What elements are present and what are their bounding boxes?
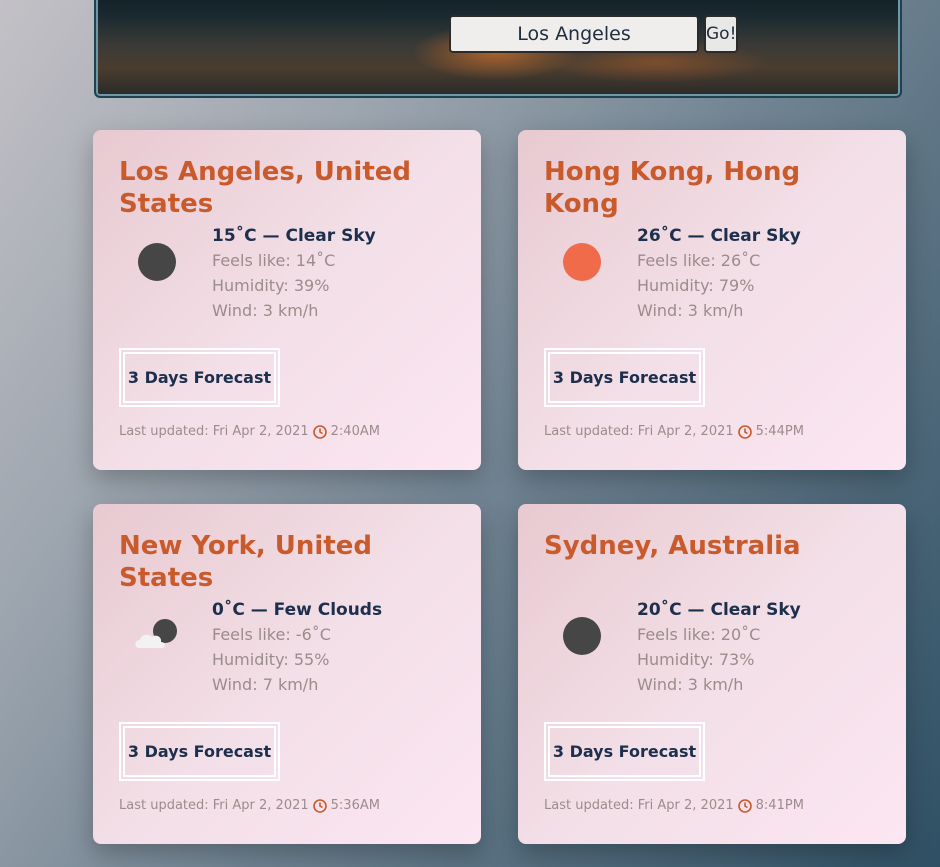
forecast-button[interactable]: 3 Days Forecast: [544, 348, 705, 407]
last-updated: Last updated: Fri Apr 2, 2021 5:36AM: [119, 798, 380, 813]
moon-icon: [138, 243, 176, 281]
last-updated-text: Last updated: Fri Apr 2, 2021: [119, 424, 309, 439]
feels-like: Feels like: -6˚C: [212, 625, 331, 644]
wind: Wind: 3 km/h: [637, 675, 744, 694]
forecast-button[interactable]: 3 Days Forecast: [544, 722, 705, 781]
temperature-summary: 0˚C — Few Clouds: [212, 600, 383, 620]
humidity: Humidity: 79%: [637, 276, 755, 295]
clock-icon: [312, 798, 327, 813]
weather-card: Hong Kong, Hong Kong 26˚C — Clear Sky Fe…: [518, 130, 906, 470]
weather-card: New York, United States 0˚C — Few Clouds…: [93, 504, 481, 844]
city-name: New York, United States: [119, 531, 373, 593]
feels-like: Feels like: 14˚C: [212, 251, 336, 270]
cloud-moon-icon: [135, 619, 177, 648]
humidity: Humidity: 73%: [637, 650, 755, 669]
last-updated: Last updated: Fri Apr 2, 2021 5:44PM: [544, 424, 804, 439]
temperature-summary: 26˚C — Clear Sky: [637, 226, 801, 246]
go-button[interactable]: Go!: [704, 15, 738, 53]
city-name: Los Angeles, United States: [119, 157, 411, 219]
weather-card: Sydney, Australia 20˚C — Clear Sky Feels…: [518, 504, 906, 844]
last-updated-time: 8:41PM: [755, 798, 804, 813]
city-search-input[interactable]: [449, 15, 699, 53]
feels-like: Feels like: 26˚C: [637, 251, 761, 270]
clock-icon: [312, 424, 327, 439]
last-updated-time: 5:36AM: [330, 798, 380, 813]
temperature-summary: 20˚C — Clear Sky: [637, 600, 801, 620]
hero-banner: Go!: [94, 0, 902, 98]
wind: Wind: 7 km/h: [212, 675, 319, 694]
humidity: Humidity: 39%: [212, 276, 330, 295]
last-updated-text: Last updated: Fri Apr 2, 2021: [119, 798, 309, 813]
clock-icon: [737, 798, 752, 813]
weather-card: Los Angeles, United States 15˚C — Clear …: [93, 130, 481, 470]
last-updated: Last updated: Fri Apr 2, 2021 2:40AM: [119, 424, 380, 439]
forecast-button[interactable]: 3 Days Forecast: [119, 722, 280, 781]
forecast-button[interactable]: 3 Days Forecast: [119, 348, 280, 407]
feels-like: Feels like: 20˚C: [637, 625, 761, 644]
last-updated-text: Last updated: Fri Apr 2, 2021: [544, 424, 734, 439]
last-updated: Last updated: Fri Apr 2, 2021 8:41PM: [544, 798, 804, 813]
humidity: Humidity: 55%: [212, 650, 330, 669]
wind: Wind: 3 km/h: [637, 301, 744, 320]
last-updated-text: Last updated: Fri Apr 2, 2021: [544, 798, 734, 813]
clock-icon: [737, 424, 752, 439]
last-updated-time: 2:40AM: [330, 424, 380, 439]
last-updated-time: 5:44PM: [755, 424, 804, 439]
city-name: Hong Kong, Hong Kong: [544, 157, 801, 219]
temperature-summary: 15˚C — Clear Sky: [212, 226, 376, 246]
sun-icon: [563, 243, 601, 281]
moon-icon: [563, 617, 601, 655]
wind: Wind: 3 km/h: [212, 301, 319, 320]
city-name: Sydney, Australia: [544, 531, 801, 561]
